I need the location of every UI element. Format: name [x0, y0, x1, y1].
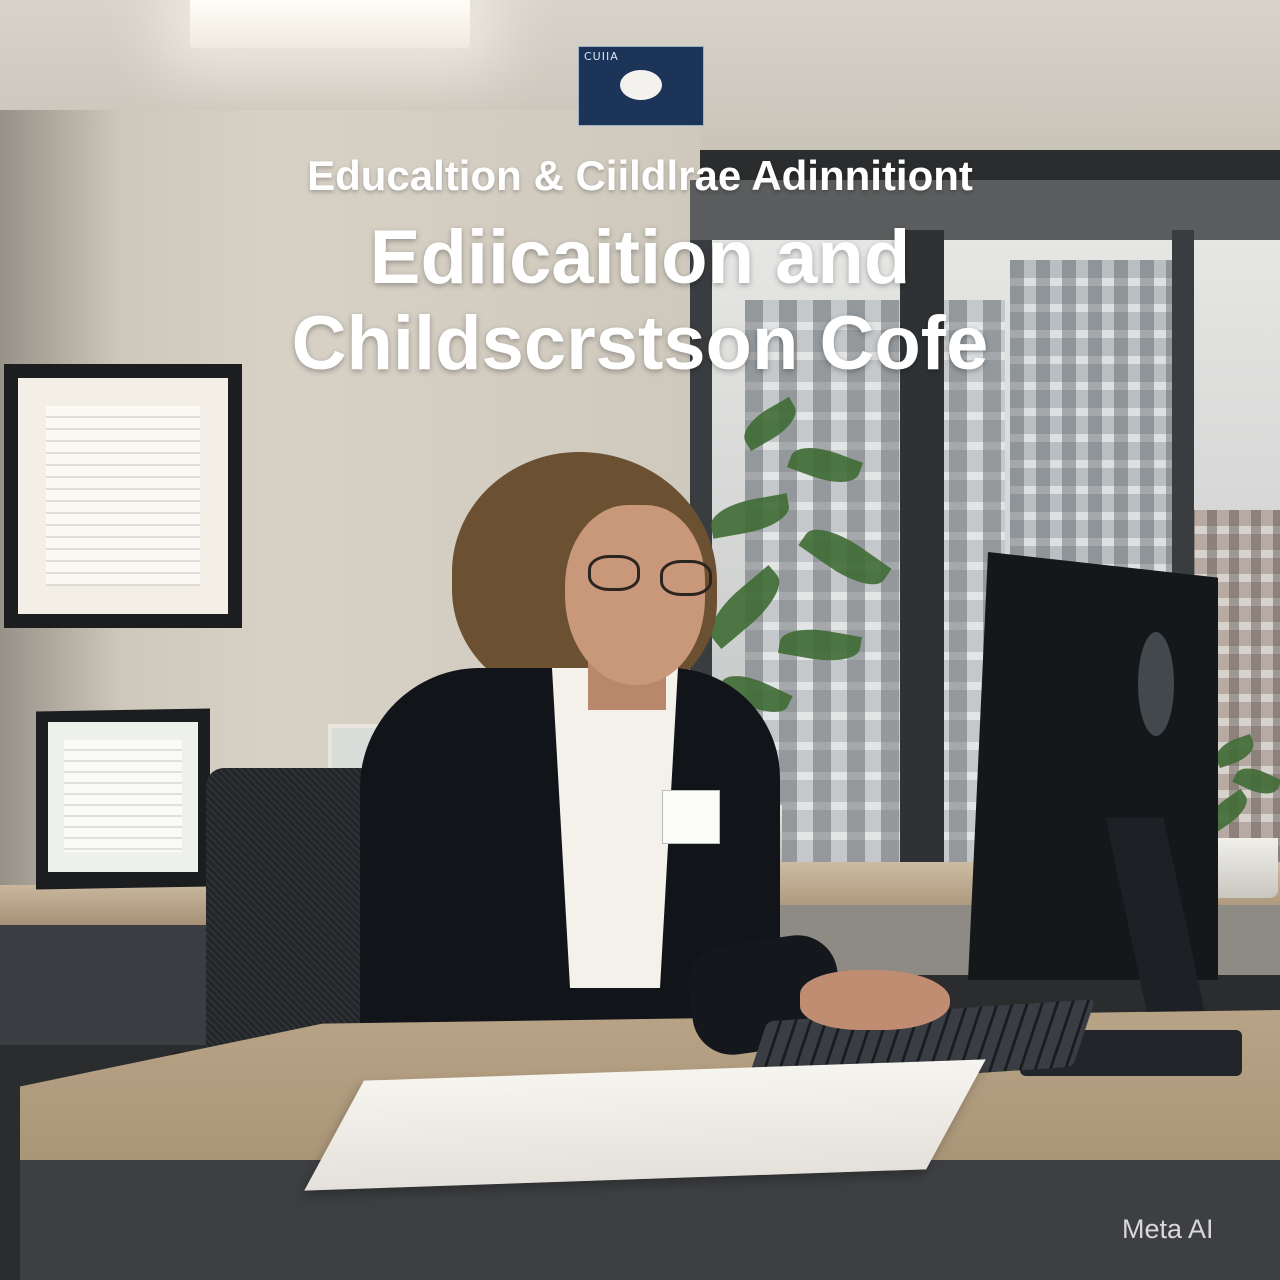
office-scene: CUIIA Educaltion & Ciildlrae Adinnitiont…	[0, 0, 1280, 1280]
name-badge	[662, 790, 720, 844]
monitor-logo-icon	[1138, 632, 1174, 736]
plant-pot	[1212, 838, 1278, 898]
photo-frame-paper	[64, 740, 182, 852]
logo-emblem	[620, 70, 662, 100]
certificate-paper	[46, 406, 200, 586]
credenza-top	[0, 885, 220, 927]
meta-ai-watermark: Meta AI	[1122, 1214, 1214, 1244]
overlay-title-line-2: Childscrstson Cofe	[291, 301, 989, 386]
ceiling-light	[190, 0, 470, 48]
overlay-subtitle: Educaltion & Ciildlrae Adinnitiont	[307, 152, 973, 199]
glasses-icon	[660, 560, 712, 596]
credenza-cabinet	[0, 925, 230, 1045]
glasses-icon	[588, 555, 640, 591]
logo-text: CUIIA	[584, 50, 619, 63]
woman-hand	[800, 970, 950, 1030]
overlay-title-line-1: Ediicaition and	[369, 215, 911, 300]
